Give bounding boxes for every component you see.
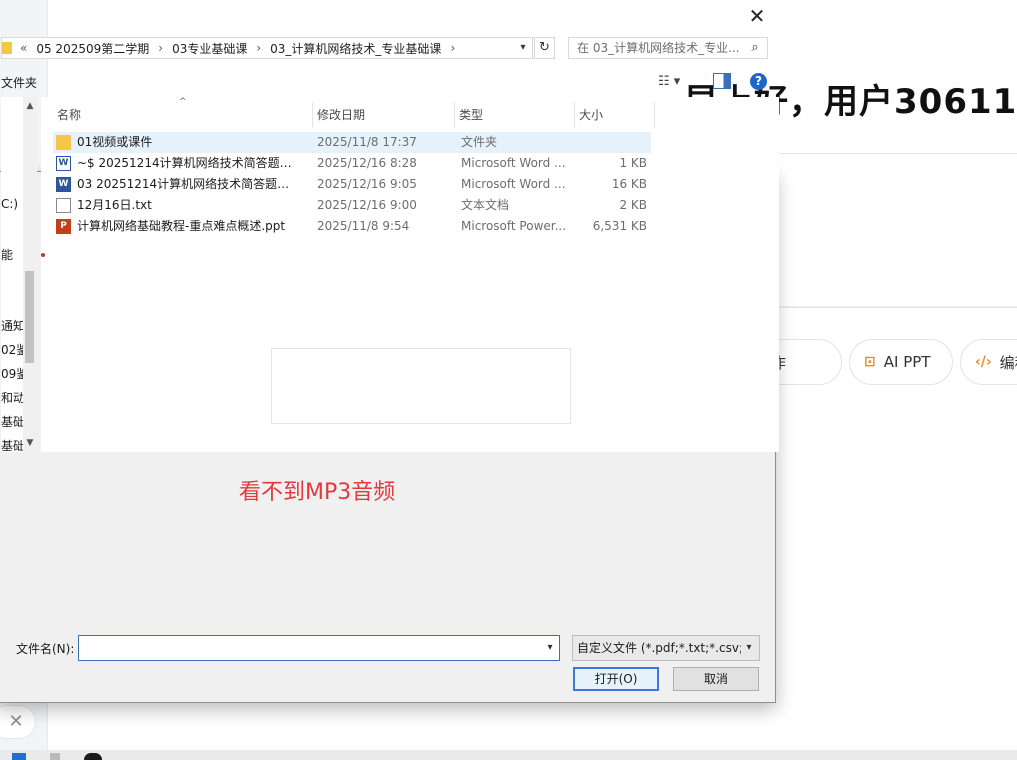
table-row[interactable]: W ~$ 20251214计算机网络技术简答题题... 2025/12/16 8… [53, 153, 651, 174]
file-name: 01视频或课件 [77, 135, 153, 149]
chevron-down-icon[interactable]: ▾ [515, 38, 531, 58]
word-temp-icon: W [56, 156, 71, 171]
new-folder-button[interactable]: 文件夹 [1, 74, 37, 91]
close-icon[interactable]: ✕ [0, 705, 36, 739]
windows-start-icon[interactable] [12, 753, 26, 760]
file-name: ~$ 20251214计算机网络技术简答题题... [77, 156, 299, 170]
file-date: 2025/12/16 9:00 [317, 198, 417, 212]
file-name: 03 20251214计算机网络技术简答题题... [77, 177, 299, 191]
column-header-date[interactable]: 修改日期 [313, 102, 455, 128]
breadcrumb-separator-icon[interactable]: › [256, 41, 261, 55]
breadcrumb-item[interactable]: 03_计算机网络技术_专业基础课 [270, 40, 441, 57]
filename-label: 文件名(N): [16, 642, 75, 656]
file-size: 16 KB [611, 177, 647, 191]
file-date: 2025/11/8 17:37 [317, 135, 417, 149]
nav-item[interactable]: 基础 [1, 437, 25, 452]
app-taskbar-icon[interactable] [84, 753, 102, 760]
nav-scrollbar-thumb[interactable] [25, 271, 34, 363]
file-date: 2025/11/8 9:54 [317, 219, 410, 233]
text-file-icon [56, 198, 71, 213]
ppt-icon: ⊡ [864, 354, 876, 370]
file-size: 1 KB [619, 156, 647, 170]
word-icon: W [56, 177, 71, 192]
breadcrumb-separator-icon[interactable]: › [158, 41, 163, 55]
breadcrumb-item[interactable]: 03专业基础课 [172, 40, 247, 57]
file-date: 2025/12/16 8:28 [317, 156, 417, 170]
file-size: 2 KB [619, 198, 647, 212]
search-placeholder: 在 03_计算机网络技术_专业... [577, 41, 740, 55]
search-taskbar-icon[interactable] [50, 753, 60, 760]
column-header-size[interactable]: 大小 [575, 102, 655, 128]
file-name: 12月16日.txt [77, 198, 152, 212]
tooltip-ghost [271, 348, 571, 424]
breadcrumb-overflow[interactable]: « [20, 41, 27, 55]
file-type: 文本文档 [461, 198, 510, 212]
status-dot [41, 253, 45, 257]
chip-ppt-label: AI PPT [883, 353, 931, 371]
nav-item[interactable]: 通知 [1, 317, 25, 334]
scroll-down-icon[interactable]: ▼ [23, 438, 37, 450]
search-icon[interactable]: ⌕ [746, 38, 764, 58]
file-type: 文件夹 [461, 135, 498, 149]
breadcrumb-item[interactable]: 05 202509第二学期 [36, 40, 149, 57]
view-options-icon[interactable]: ☷ ▾ [658, 72, 694, 92]
annotation-text: 看不到MP3音频 [239, 480, 396, 505]
scroll-up-icon[interactable]: ▲ [23, 101, 37, 113]
address-bar[interactable]: « 05 202509第二学期 › 03专业基础课 › 03_计算机网络技术_专… [1, 37, 533, 59]
file-type: Microsoft Word ... [461, 177, 566, 191]
column-header-name[interactable]: 名称 [53, 102, 313, 128]
open-button[interactable]: 打开(O) [573, 667, 659, 691]
filename-field[interactable] [78, 635, 560, 661]
column-header-type[interactable]: 类型 [455, 102, 575, 128]
file-date: 2025/12/16 9:05 [317, 177, 417, 191]
file-name: 计算机网络基础教程-重点难点概述.ppt [77, 219, 286, 233]
file-type-value: 自定义文件 (*.pdf;*.txt;*.csv;*.d [577, 641, 741, 655]
file-size: 6,531 KB [592, 219, 647, 233]
table-row[interactable]: W 03 20251214计算机网络技术简答题题... 2025/12/16 9… [53, 174, 651, 195]
chip-code-label: 编程 [999, 353, 1017, 372]
file-open-dialog: ✕ « 05 202509第二学期 › 03专业基础课 › 03_计算机网络技术… [0, 5, 779, 703]
file-type: Microsoft Power... [461, 219, 567, 233]
folder-icon [2, 42, 12, 54]
table-row[interactable]: 01视频或课件 2025/11/8 17:37 文件夹 [53, 132, 651, 153]
nav-item[interactable]: 基础 [1, 413, 25, 430]
search-input[interactable]: 在 03_计算机网络技术_专业... [568, 37, 768, 59]
code-chip[interactable]: ‹/› 编程 [960, 339, 1017, 385]
nav-item[interactable]: 能 [1, 246, 13, 263]
breadcrumb-separator-icon[interactable]: › [450, 41, 455, 55]
help-icon[interactable]: ? [750, 73, 767, 90]
table-row[interactable]: P 计算机网络基础教程-重点难点概述.ppt 2025/11/8 9:54 Mi… [53, 216, 651, 237]
refresh-icon[interactable]: ↻ [534, 37, 555, 59]
folder-icon [56, 135, 71, 150]
file-type: Microsoft Word ... [461, 156, 566, 170]
cancel-button[interactable]: 取消 [673, 667, 759, 691]
code-icon: ‹/› [975, 354, 992, 370]
close-icon[interactable]: ✕ [743, 5, 771, 29]
chevron-down-icon[interactable]: ▾ [541, 635, 559, 661]
ai-ppt-chip[interactable]: ⊡ AI PPT [849, 339, 953, 385]
taskbar [0, 750, 1017, 760]
preview-pane-icon[interactable] [713, 73, 731, 89]
chevron-down-icon[interactable]: ▾ [741, 636, 757, 660]
nav-item[interactable]: C:) [1, 197, 18, 211]
powerpoint-icon: P [56, 219, 71, 234]
file-type-select[interactable]: 自定义文件 (*.pdf;*.txt;*.csv;*.d [572, 635, 760, 661]
nav-item[interactable]: 和动 [1, 389, 25, 406]
table-row[interactable]: 12月16日.txt 2025/12/16 9:00 文本文档 2 KB [53, 195, 651, 216]
